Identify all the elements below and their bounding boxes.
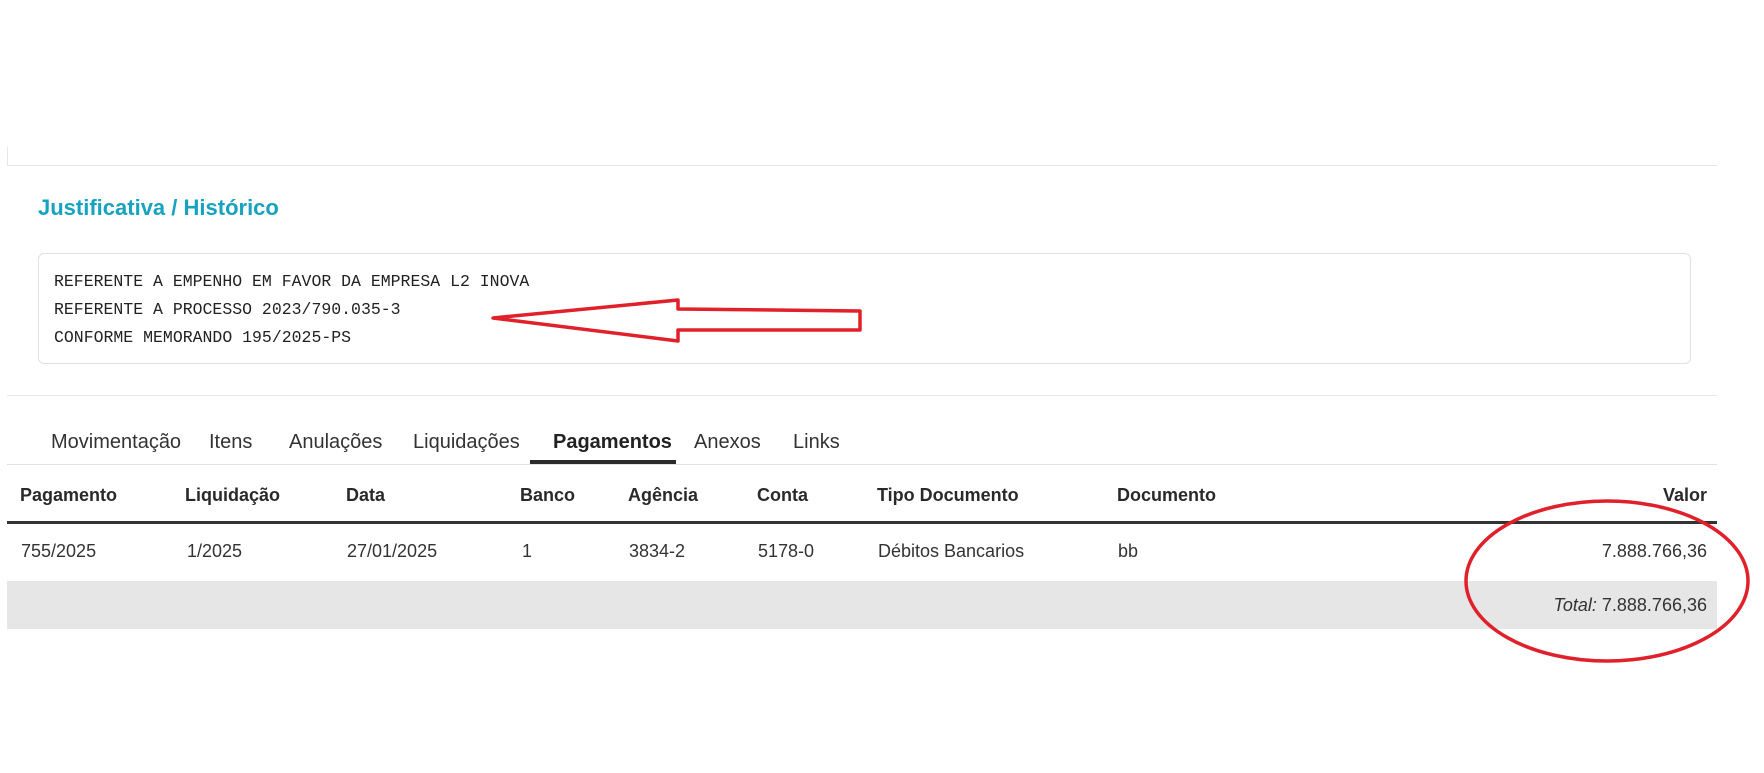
cell-banco: 1: [522, 541, 533, 561]
cell-tipo-documento: Débitos Bancarios: [878, 541, 1025, 561]
cell-valor: 7.888.766,36: [1601, 541, 1707, 561]
tab-links[interactable]: Links: [770, 417, 863, 464]
empenho-detail-panel: Justificativa / Histórico REFERENTE A EM…: [7, 147, 1717, 632]
table-total-row: Total: 7.888.766,36: [7, 581, 1717, 629]
column-header-data[interactable]: Data: [346, 485, 385, 506]
column-header-liquidacao[interactable]: Liquidação: [185, 485, 280, 506]
tab-movimentacao[interactable]: Movimentação: [28, 417, 204, 464]
middle-divider: [7, 395, 1717, 396]
cell-liquidacao: 1/2025: [187, 541, 243, 561]
column-header-pagamento[interactable]: Pagamento: [20, 485, 117, 506]
tab-itens[interactable]: Itens: [186, 417, 275, 464]
tab-bar: Movimentação Itens Anulações Liquidações…: [7, 417, 1717, 465]
section-title: Justificativa / Histórico: [38, 195, 279, 220]
historico-line: REFERENTE A PROCESSO 2023/790.035-3: [54, 300, 401, 319]
historico-line: CONFORME MEMORANDO 195/2025-PS: [54, 328, 352, 347]
tab-pagamentos[interactable]: Pagamentos: [530, 417, 676, 464]
cell-agencia: 3834-2: [629, 541, 686, 561]
pagamentos-table: Pagamento Liquidação Data Banco Agência …: [7, 465, 1717, 632]
top-divider: [7, 165, 1717, 166]
cell-data: 27/01/2025: [347, 541, 438, 561]
cell-documento: bb: [1118, 541, 1139, 561]
tab-anulacoes[interactable]: Anulações: [266, 417, 405, 464]
total-label: Total:: [1553, 595, 1597, 615]
panel-left-border: [7, 147, 8, 165]
total-value: 7.888.766,36: [1601, 595, 1707, 615]
historico-text-box: REFERENTE A EMPENHO EM FAVOR DA EMPRESA …: [38, 253, 1691, 364]
column-header-conta[interactable]: Conta: [757, 485, 808, 506]
tab-liquidacoes[interactable]: Liquidações: [390, 417, 543, 464]
column-header-tipo-documento[interactable]: Tipo Documento: [877, 485, 1019, 506]
column-header-banco[interactable]: Banco: [520, 485, 575, 506]
tab-anexos[interactable]: Anexos: [671, 417, 784, 464]
cell-pagamento: 755/2025: [21, 541, 97, 561]
table-header-row: Pagamento Liquidação Data Banco Agência …: [7, 465, 1717, 524]
table-row[interactable]: 755/2025 1/2025 27/01/2025 1 3834-2 5178…: [7, 524, 1717, 581]
column-header-documento[interactable]: Documento: [1117, 485, 1216, 506]
total-summary: Total: 7.888.766,36: [1554, 595, 1708, 616]
column-header-valor[interactable]: Valor: [1663, 485, 1707, 506]
historico-line: REFERENTE A EMPENHO EM FAVOR DA EMPRESA …: [54, 272, 530, 291]
cell-conta: 5178-0: [758, 541, 815, 561]
column-header-agencia[interactable]: Agência: [628, 485, 698, 506]
